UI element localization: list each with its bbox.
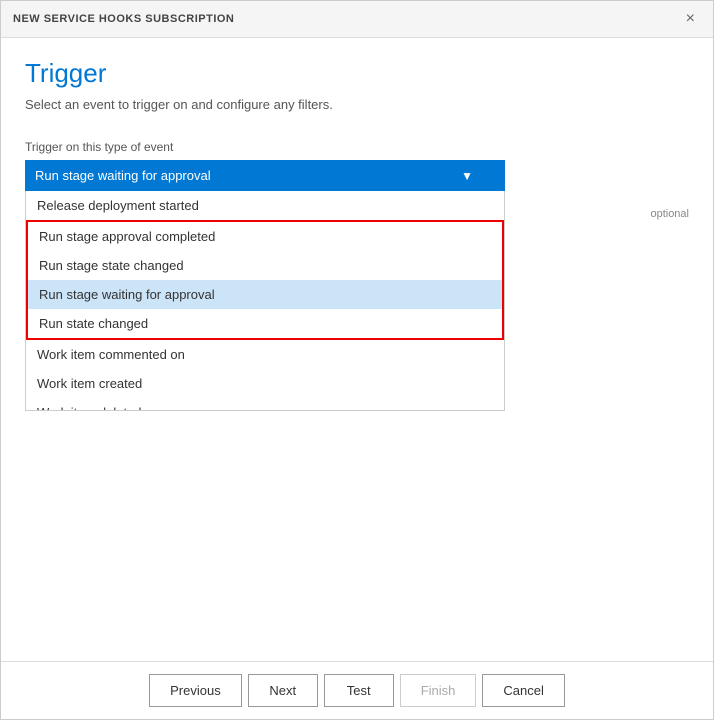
next-button[interactable]: Next (248, 674, 318, 707)
trigger-field-label: Trigger on this type of event (25, 140, 689, 154)
dialog-title: NEW SERVICE HOOKS SUBSCRIPTION (13, 13, 234, 25)
list-item[interactable]: Work item deleted (26, 398, 504, 411)
dialog-container: NEW SERVICE HOOKS SUBSCRIPTION × Trigger… (0, 0, 714, 720)
test-button[interactable]: Test (324, 674, 394, 707)
page-subtitle: Select an event to trigger on and config… (25, 97, 689, 112)
list-item[interactable]: Work item commented on (26, 340, 504, 369)
dialog-body: Trigger Select an event to trigger on an… (1, 38, 713, 661)
optional-label: optional (650, 208, 689, 220)
list-item[interactable]: Work item created (26, 369, 504, 398)
list-item[interactable]: Run stage state changed (28, 251, 502, 280)
dropdown-arrow-icon: ▼ (461, 169, 473, 183)
trigger-dropdown-container: Run stage waiting for approval ▼ Release… (25, 160, 505, 191)
trigger-dropdown-selected[interactable]: Run stage waiting for approval ▼ (25, 160, 505, 191)
list-item[interactable]: Run stage waiting for approval (28, 280, 502, 309)
list-item[interactable]: Run state changed (28, 309, 502, 338)
list-item[interactable]: Run stage approval completed (28, 222, 502, 251)
dialog-footer: Previous Next Test Finish Cancel (1, 661, 713, 719)
dialog-titlebar: NEW SERVICE HOOKS SUBSCRIPTION × (1, 1, 713, 38)
list-item[interactable]: Release deployment started (26, 191, 504, 220)
close-button[interactable]: × (680, 9, 701, 29)
red-outline-group: Run stage approval completed Run stage s… (26, 220, 504, 340)
trigger-selected-value: Run stage waiting for approval (35, 168, 211, 183)
page-title: Trigger (25, 58, 689, 89)
finish-button[interactable]: Finish (400, 674, 477, 707)
previous-button[interactable]: Previous (149, 674, 242, 707)
cancel-button[interactable]: Cancel (482, 674, 564, 707)
trigger-dropdown-list: Release deployment started Run stage app… (25, 191, 505, 411)
